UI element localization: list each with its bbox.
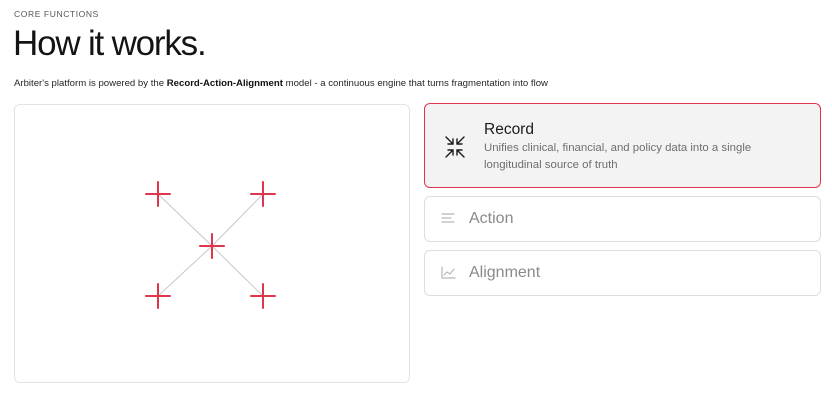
card-record-title: Record	[484, 121, 534, 138]
visualization-panel	[14, 104, 410, 383]
card-record-description: Unifies clinical, financial, and policy …	[484, 142, 752, 171]
record-diagram	[145, 181, 276, 309]
card-record[interactable]: Record Unifies clinical, financial, and …	[424, 103, 821, 188]
subtitle-suffix: model - a continuous engine that turns f…	[282, 78, 548, 89]
subtitle-emphasis: Record-Action-Alignment	[166, 78, 283, 89]
card-action-title: Action	[469, 210, 514, 227]
lines-icon	[441, 213, 455, 223]
page-title: How it works.	[13, 24, 207, 63]
card-alignment-title: Alignment	[469, 264, 541, 281]
connector-line-bottom-left	[157, 245, 213, 297]
connector-line-top-left	[157, 193, 213, 247]
page-subtitle: Arbiter's platform is powered by the Rec…	[14, 78, 548, 89]
collapse-arrows-icon	[445, 136, 465, 158]
connector-line-top-right	[211, 193, 264, 247]
chart-line-icon	[441, 266, 456, 279]
subtitle-prefix: Arbiter's platform is powered by the	[14, 78, 167, 89]
eyebrow-label: CORE FUNCTIONS	[14, 9, 99, 19]
connector-line-bottom-right	[211, 245, 264, 297]
card-alignment[interactable]: Alignment	[424, 250, 821, 296]
card-action[interactable]: Action	[424, 196, 821, 242]
